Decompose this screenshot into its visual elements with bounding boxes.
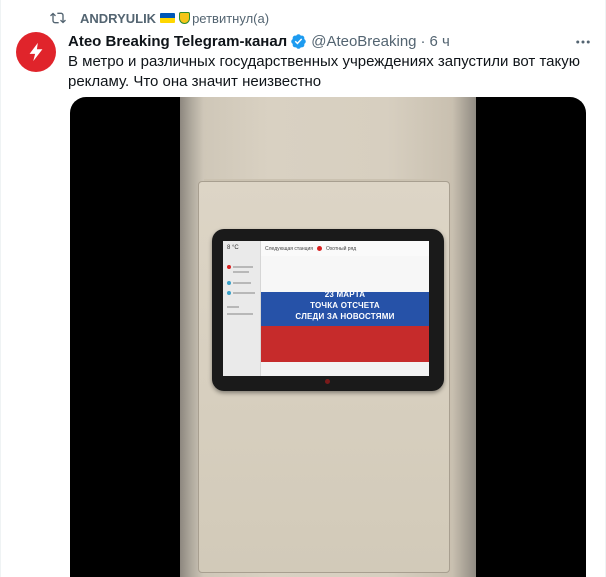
more-options-icon[interactable] — [574, 33, 592, 51]
station-line — [233, 282, 251, 284]
leaf-badge-icon — [179, 12, 191, 24]
video-media[interactable]: 8 °C Следующая станция Охотный ряд 23 МА… — [70, 97, 586, 577]
station-line — [227, 313, 253, 315]
ad-banner: 23 МАРТА ТОЧКА ОТСЧЕТА СЛЕДИ ЗА НОВОСТЯМ… — [261, 256, 429, 362]
station-line — [233, 266, 253, 268]
lightning-icon — [29, 42, 43, 62]
screen-topbar: Следующая станция Охотный ряд — [261, 241, 429, 256]
retweet-label: ретвитнул(а) — [192, 10, 270, 26]
tweet-text: В метро и различных государственных учре… — [68, 53, 580, 90]
banner-line-2: ТОЧКА ОТСЧЕТА — [310, 301, 380, 310]
timestamp[interactable]: 6 ч — [430, 33, 450, 50]
avatar[interactable] — [16, 32, 56, 72]
flag-red-stripe — [261, 326, 429, 362]
station-dot — [227, 291, 231, 295]
next-station-label: Следующая станция — [265, 245, 313, 252]
station-name: Охотный ряд — [326, 245, 357, 252]
metro-line-icon — [317, 246, 322, 251]
screen-sensor — [325, 379, 330, 384]
screen-bottombar — [261, 362, 429, 376]
banner-line-3: СЛЕДИ ЗА НОВОСТЯМИ — [295, 312, 395, 321]
verified-badge-icon — [290, 33, 307, 50]
station-line — [233, 271, 249, 273]
station-line — [233, 292, 255, 294]
screen-sidebar: 8 °C — [223, 241, 261, 376]
author-handle[interactable]: @AteoBreaking — [311, 33, 416, 50]
video-frame: 8 °C Следующая станция Охотный ряд 23 МА… — [180, 97, 476, 577]
ad-screen-display: 8 °C Следующая станция Охотный ряд 23 МА… — [223, 241, 429, 376]
ad-screen: 8 °C Следующая станция Охотный ряд 23 МА… — [212, 229, 444, 391]
ad-banner-text: 23 МАРТА ТОЧКА ОТСЧЕТА СЛЕДИ ЗА НОВОСТЯМ… — [261, 289, 429, 322]
station-dot — [227, 265, 231, 269]
separator: · — [420, 32, 426, 50]
retweet-context: ANDRYULIK ретвитнул(а) — [50, 8, 269, 28]
station-dot — [227, 281, 231, 285]
retweeter-name[interactable]: ANDRYULIK — [80, 11, 156, 26]
banner-line-1: 23 МАРТА — [324, 290, 366, 299]
ukraine-flag-icon — [160, 13, 176, 23]
flag-white-stripe — [261, 256, 429, 292]
author-name[interactable]: Ateo Breaking Telegram-канал — [68, 33, 287, 50]
tweet-header: Ateo Breaking Telegram-канал @AteoBreaki… — [68, 31, 450, 51]
station-line — [227, 306, 239, 308]
timeline-border-left — [0, 0, 1, 577]
retweet-icon — [50, 10, 66, 26]
temperature-label: 8 °C — [227, 245, 239, 251]
